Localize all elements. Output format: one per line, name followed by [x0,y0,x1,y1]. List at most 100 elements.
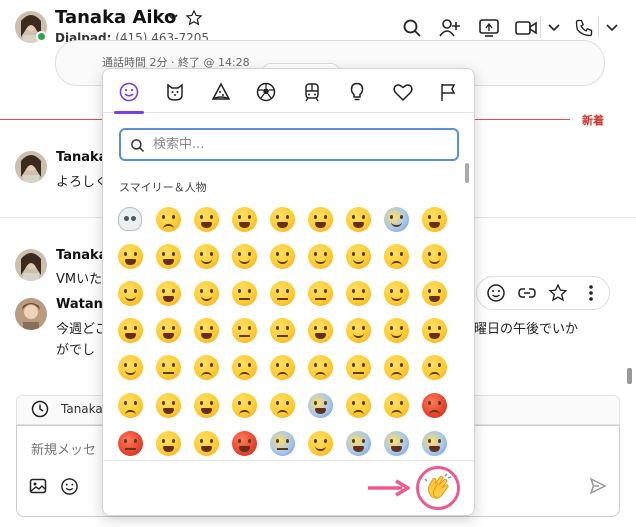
emoji-squinting-tongue[interactable] [113,313,147,347]
message-avatar[interactable] [15,151,47,183]
emoji-search-input[interactable] [153,137,443,152]
smileys-tab-icon[interactable] [112,77,146,114]
emoji-skull-crossbones[interactable] [113,202,147,236]
emoji-slight-smile[interactable] [341,239,375,273]
emoji-rage[interactable] [417,388,451,422]
selected-emoji-clapping-hands[interactable] [416,466,460,510]
emoji-cry[interactable] [265,388,299,422]
emoji-smiley[interactable] [227,202,261,236]
send-icon[interactable] [588,476,608,496]
emoji-raised-eyebrow[interactable] [227,313,261,347]
link-icon[interactable] [516,282,538,304]
emoji-grin[interactable] [303,202,337,236]
emoji-woozy[interactable] [189,239,223,273]
emoji-kissing-smiling[interactable] [303,276,337,310]
emoji-monocle[interactable] [265,313,299,347]
add-person-icon[interactable] [438,16,462,40]
emoji-smiling-hearts[interactable] [189,276,223,310]
emoji-kissing-closed-eyes[interactable] [341,276,375,310]
scrollbar-thumb[interactable] [627,368,632,384]
emoji-star-struck[interactable] [417,313,451,347]
emoji-frowning-face[interactable] [151,202,185,236]
emoji-partying[interactable] [113,350,147,384]
emoji-weary[interactable] [189,388,223,422]
video-call-icon[interactable] [514,16,538,40]
emoji-persevere[interactable] [417,350,451,384]
objects-tab-icon[interactable] [340,77,374,107]
image-icon[interactable] [28,476,48,496]
emoji-nerd[interactable] [303,313,337,347]
emoji-pensive[interactable] [265,350,299,384]
emoji-zany[interactable] [189,313,223,347]
emoji-innocent[interactable] [303,239,337,273]
message-avatar[interactable] [15,298,47,330]
video-options-chevron-icon[interactable] [542,16,566,40]
emoji-yum[interactable] [379,276,413,310]
emoji-scream[interactable] [341,426,375,460]
emoji-slight-frown[interactable] [379,350,413,384]
emoji-kissing[interactable] [265,276,299,310]
emoji-worried[interactable] [303,350,337,384]
phone-call-icon[interactable] [572,16,596,40]
emoji-face-in-clouds[interactable] [303,426,337,460]
message-input[interactable] [31,442,111,457]
chevron-down-icon[interactable] [166,9,180,28]
share-screen-icon[interactable] [477,16,501,40]
message-sender: Watan [56,297,103,312]
emoji-smirk[interactable] [151,350,185,384]
emoji-relieved[interactable] [113,276,147,310]
add-reaction-icon[interactable] [485,282,507,304]
emoji-sunglasses[interactable] [341,313,375,347]
food-tab-icon[interactable] [204,77,238,107]
emoji-pleading[interactable] [227,388,261,422]
emoji-exploding-head[interactable] [151,426,185,460]
emoji-smile[interactable] [265,202,299,236]
travel-tab-icon[interactable] [295,77,329,107]
symbols-tab-icon[interactable] [386,77,420,107]
emoji-confused[interactable] [341,350,375,384]
contact-name[interactable]: Tanaka Aiko [55,7,176,28]
emoji-winking-tongue[interactable] [151,313,185,347]
emoji-wink[interactable] [417,239,451,273]
activity-tab-icon[interactable] [249,77,283,107]
emoji-unamused[interactable] [189,350,223,384]
emoji-triumph[interactable] [341,388,375,422]
emoji-hot-face[interactable] [227,426,261,460]
emoji-confounded[interactable] [113,388,147,422]
emoji-sweat-smile[interactable] [417,202,451,236]
star-icon[interactable] [547,282,569,304]
emoji-cursing[interactable] [113,426,147,460]
emoji-tongue[interactable] [417,276,451,310]
emoji-icon[interactable] [59,476,79,496]
emoji-relaxed[interactable] [227,239,261,273]
emoji-angry[interactable] [379,388,413,422]
message-avatar[interactable] [15,249,47,281]
emoji-search-box [119,128,459,161]
emoji-flushed[interactable] [189,426,223,460]
emoji-upside-down[interactable] [379,239,413,273]
emoji-disguised[interactable] [379,313,413,347]
emoji-rofl[interactable] [151,239,185,273]
scrollbar-thumb[interactable] [465,163,469,183]
message-text-line2: がでし [56,343,96,358]
emoji-disappointed[interactable] [227,350,261,384]
emoji-sob[interactable] [303,388,337,422]
emoji-joy[interactable] [113,239,147,273]
search-icon[interactable] [400,16,424,40]
emoji-grinning-face[interactable] [189,202,223,236]
animals-tab-icon[interactable] [158,77,192,107]
emoji-heart-eyes[interactable] [151,276,185,310]
emoji-tired[interactable] [151,388,185,422]
emoji-face-holding-tears[interactable] [379,202,413,236]
more-options-icon[interactable] [580,282,602,304]
phone-options-chevron-icon[interactable] [600,16,624,40]
emoji-fearful[interactable] [379,426,413,460]
flags-tab-icon[interactable] [431,77,465,107]
star-icon[interactable] [185,9,203,31]
search-icon [130,138,145,157]
emoji-cold-face[interactable] [265,426,299,460]
emoji-blush[interactable] [265,239,299,273]
emoji-laughing[interactable] [341,202,375,236]
emoji-kissing-heart[interactable] [227,276,261,310]
emoji-cold-sweat[interactable] [417,426,451,460]
